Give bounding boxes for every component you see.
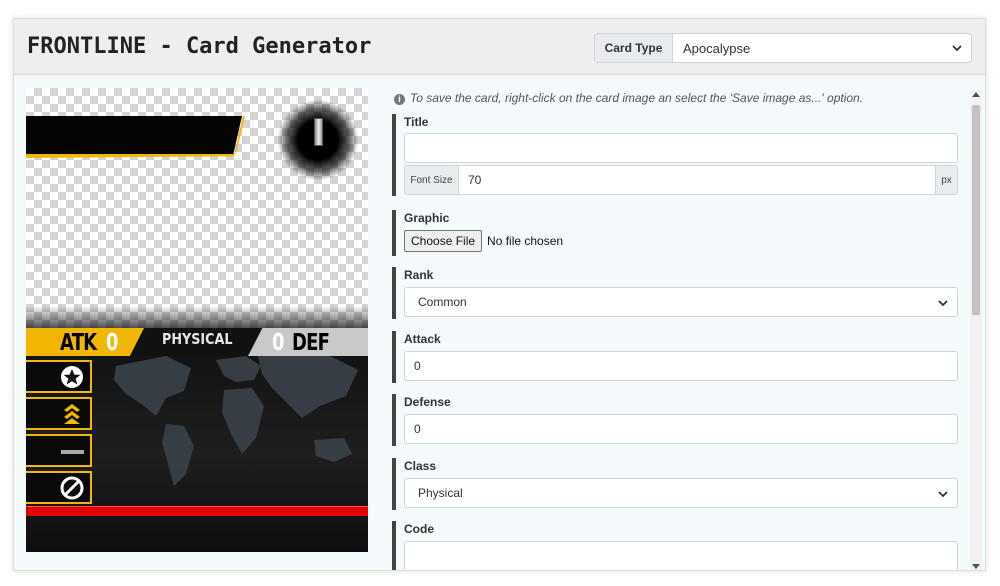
title-input[interactable]: [404, 133, 958, 163]
world-map-graphic: [114, 354, 358, 486]
rank-group: Rank Common: [392, 267, 958, 319]
info-message: i To save the card, right-click on the ca…: [394, 91, 863, 105]
attack-field-label: Attack: [404, 332, 441, 346]
card-preview-image[interactable]: ATK 0 PHYSICAL 0 DEF: [26, 88, 368, 552]
chevron-down-icon: [938, 300, 948, 307]
rank-label: Rank: [404, 268, 434, 282]
page-title: FRONTLINE - Card Generator: [27, 34, 372, 59]
rank-select[interactable]: Common: [404, 287, 958, 317]
scroll-down-arrow-icon[interactable]: [970, 560, 982, 571]
graphic-group: Graphic Choose File No file chosen: [392, 210, 958, 256]
app-window: FRONTLINE - Card Generator Card Type Apo…: [13, 18, 986, 571]
chevron-down-icon: [938, 491, 948, 498]
header-bar: FRONTLINE - Card Generator Card Type Apo…: [14, 19, 985, 75]
card-form: i To save the card, right-click on the ca…: [390, 76, 970, 570]
dash-icon: [61, 450, 84, 454]
card-footer-stripe: [26, 506, 368, 516]
card-type-select-group: Card Type Apocalypse: [594, 33, 972, 63]
prohibited-icon: [60, 476, 84, 500]
attack-value: 0: [106, 330, 119, 356]
title-group: Title Font Size 70 px: [392, 114, 958, 196]
form-scrollbar[interactable]: [970, 89, 982, 571]
card-type-value: Apocalypse: [683, 40, 751, 56]
card-type-select[interactable]: Apocalypse: [673, 34, 971, 62]
info-text: To save the card, right-click on the car…: [410, 91, 864, 105]
attack-group: Attack 0: [392, 331, 958, 383]
class-select[interactable]: Physical: [404, 478, 958, 508]
class-label: PHYSICAL: [162, 330, 233, 348]
rank-pip-icon: [314, 118, 323, 146]
code-field-label: Code: [404, 522, 434, 536]
choose-file-button[interactable]: Choose File: [404, 230, 483, 252]
ability-slot-2: [26, 397, 92, 430]
graphic-label: Graphic: [404, 211, 450, 225]
title-banner: [26, 116, 242, 154]
class-group: Class Physical: [392, 458, 958, 510]
defense-group: Defense 0: [392, 394, 958, 446]
chevron-down-icon: [952, 45, 962, 52]
info-icon: i: [394, 94, 405, 105]
card-type-label: Card Type: [595, 34, 673, 62]
scroll-up-arrow-icon[interactable]: [970, 89, 982, 101]
ability-slot-4: [26, 471, 92, 504]
code-input[interactable]: [404, 541, 958, 570]
defense-label: DEF: [292, 330, 330, 356]
class-value: Physical: [418, 486, 463, 500]
defense-value: 0: [272, 330, 285, 356]
main-content: ATK 0 PHYSICAL 0 DEF i To save the card,…: [14, 76, 985, 571]
title-label: Title: [404, 115, 429, 129]
star-badge-icon: [61, 366, 83, 388]
chevron-rank-icon: [64, 404, 80, 424]
font-size-input[interactable]: 70: [459, 166, 935, 194]
attack-label: ATK: [60, 330, 97, 356]
scroll-thumb[interactable]: [972, 105, 980, 315]
font-size-group: Font Size 70 px: [404, 165, 958, 195]
rank-value: Common: [418, 295, 467, 309]
font-size-unit: px: [935, 166, 957, 194]
class-field-label: Class: [404, 459, 437, 473]
ability-slot-1: [26, 360, 92, 393]
defense-input[interactable]: 0: [404, 414, 958, 444]
file-status: No file chosen: [487, 234, 564, 248]
ability-slot-3: [26, 434, 92, 467]
attack-input[interactable]: 0: [404, 351, 958, 381]
defense-field-label: Defense: [404, 395, 451, 409]
font-size-label: Font Size: [405, 166, 459, 194]
code-group: Code: [392, 521, 958, 570]
